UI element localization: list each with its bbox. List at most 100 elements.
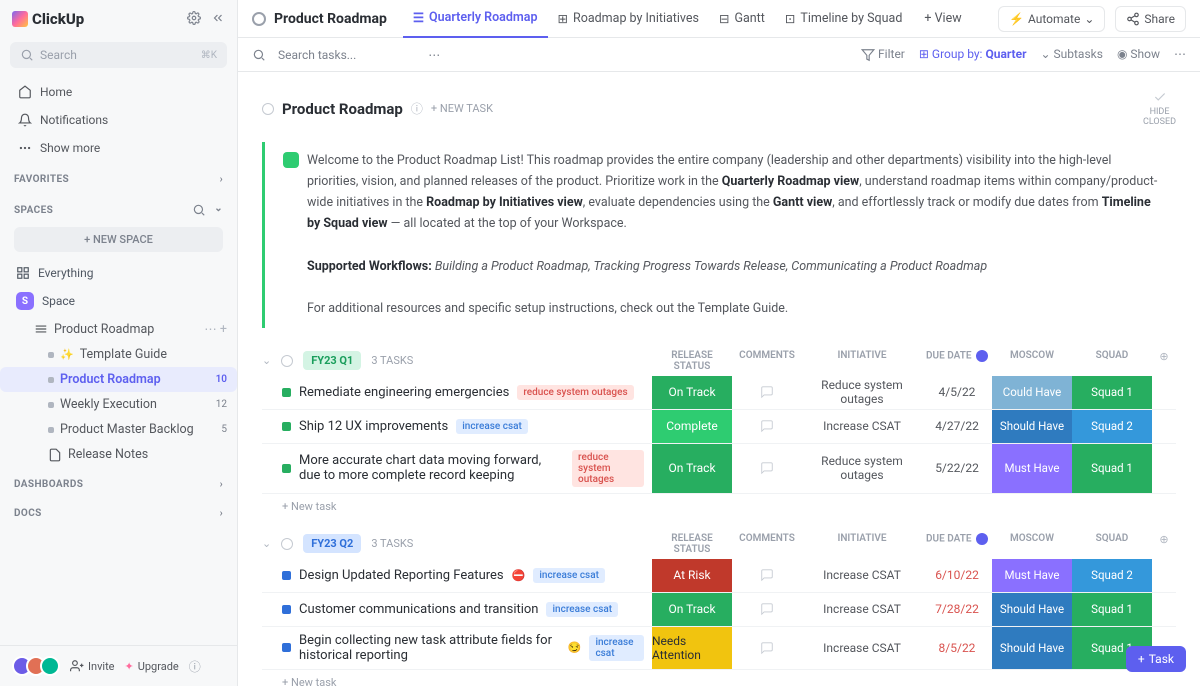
section-spaces[interactable]: SPACES⌄: [0, 191, 237, 223]
squad-cell[interactable]: Squad 1: [1072, 444, 1152, 493]
task-row[interactable]: Ship 12 UX improvements increase csat Co…: [262, 410, 1176, 444]
col-due[interactable]: DUE DATE: [922, 533, 992, 555]
moscow-cell[interactable]: Should Have: [992, 410, 1072, 443]
col-release[interactable]: RELEASE STATUS: [652, 350, 732, 372]
moscow-cell[interactable]: Could Have: [992, 376, 1072, 409]
status-square-icon[interactable]: [282, 643, 291, 652]
tab-timeline-by-squad[interactable]: ⊡Timeline by Squad: [775, 0, 913, 38]
tree-item[interactable]: Product Master Backlog5: [0, 417, 237, 442]
hide-closed-toggle[interactable]: HIDECLOSED: [1143, 90, 1176, 128]
due-date-cell[interactable]: 4/27/22: [922, 410, 992, 443]
status-square-icon[interactable]: [282, 571, 291, 580]
subtasks-button[interactable]: ⌄ Subtasks: [1041, 47, 1103, 61]
due-date-cell[interactable]: 5/22/22: [922, 444, 992, 493]
status-square-icon[interactable]: [282, 422, 291, 431]
task-row[interactable]: Remediate engineering emergencies reduce…: [262, 376, 1176, 410]
tree-item[interactable]: Product Roadmap⋯ +: [0, 316, 237, 342]
collapse-icon[interactable]: ⌄: [262, 354, 271, 367]
tree-item[interactable]: ✨Template Guide: [0, 342, 237, 367]
more-icon[interactable]: ⋯: [428, 48, 440, 62]
nav-notifications[interactable]: Notifications: [8, 106, 229, 134]
initiative-cell[interactable]: Reduce system outages: [802, 444, 922, 493]
col-due[interactable]: DUE DATE: [922, 350, 992, 372]
section-dashboards[interactable]: DASHBOARDS›: [0, 467, 237, 496]
tree-item[interactable]: Weekly Execution12: [0, 392, 237, 417]
task-row[interactable]: More accurate chart data moving forward,…: [262, 444, 1176, 494]
tab-quarterly-roadmap[interactable]: ☰Quarterly Roadmap: [403, 0, 548, 38]
sidebar-search[interactable]: Search ⌘K: [10, 42, 227, 68]
add-column-button[interactable]: ⊕: [1152, 350, 1176, 372]
release-status-cell[interactable]: On Track: [652, 593, 732, 626]
status-circle-icon[interactable]: [281, 355, 293, 367]
release-status-cell[interactable]: On Track: [652, 444, 732, 493]
col-initiative[interactable]: INITIATIVE: [802, 533, 922, 555]
status-circle-icon[interactable]: [252, 12, 266, 26]
due-date-cell[interactable]: 4/5/22: [922, 376, 992, 409]
comments-cell[interactable]: [732, 627, 802, 669]
avatars[interactable]: [12, 656, 60, 676]
comments-cell[interactable]: [732, 376, 802, 409]
col-initiative[interactable]: INITIATIVE: [802, 350, 922, 372]
status-square-icon[interactable]: [282, 388, 291, 397]
status-circle-icon[interactable]: [281, 538, 293, 550]
section-docs[interactable]: DOCS›: [0, 496, 237, 525]
release-status-cell[interactable]: Needs Attention: [652, 627, 732, 669]
status-circle-icon[interactable]: [262, 103, 274, 115]
collapse-icon[interactable]: ⌄: [262, 537, 271, 550]
moscow-cell[interactable]: Must Have: [992, 444, 1072, 493]
new-task-button[interactable]: + NEW TASK: [431, 102, 493, 115]
tab-gantt[interactable]: ⊟Gantt: [709, 0, 775, 38]
squad-cell[interactable]: Squad 2: [1072, 410, 1152, 443]
show-button[interactable]: ◉ Show: [1117, 47, 1160, 61]
section-favorites[interactable]: FAVORITES›: [0, 162, 237, 191]
tree-item[interactable]: Release Notes: [0, 442, 237, 467]
settings-icon[interactable]: [187, 11, 201, 28]
tree-item[interactable]: Product Roadmap10: [0, 367, 237, 392]
add-column-button[interactable]: ⊕: [1152, 533, 1176, 555]
col-moscow[interactable]: MOSCOW: [992, 533, 1072, 555]
col-squad[interactable]: SQUAD: [1072, 350, 1152, 372]
group-chip[interactable]: FY23 Q1: [303, 351, 361, 370]
release-status-cell[interactable]: At Risk: [652, 559, 732, 592]
initiative-cell[interactable]: Increase CSAT: [802, 593, 922, 626]
invite-button[interactable]: Invite: [70, 659, 115, 673]
initiative-cell[interactable]: Increase CSAT: [802, 559, 922, 592]
task-row[interactable]: Begin collecting new task attribute fiel…: [262, 627, 1176, 670]
initiative-cell[interactable]: Increase CSAT: [802, 627, 922, 669]
moscow-cell[interactable]: Must Have: [992, 559, 1072, 592]
col-squad[interactable]: SQUAD: [1072, 533, 1152, 555]
status-square-icon[interactable]: [282, 605, 291, 614]
col-comments[interactable]: COMMENTS: [732, 533, 802, 555]
task-tag[interactable]: increase csat: [456, 419, 528, 434]
task-search-placeholder[interactable]: Search tasks...: [278, 48, 356, 62]
group-by-button[interactable]: ⊞ Group by: Quarter: [919, 47, 1027, 61]
task-row[interactable]: Design Updated Reporting Features ⛔ incr…: [262, 559, 1176, 593]
search-icon[interactable]: [252, 48, 266, 62]
initiative-cell[interactable]: Increase CSAT: [802, 410, 922, 443]
nav-home[interactable]: Home: [8, 78, 229, 106]
moscow-cell[interactable]: Should Have: [992, 593, 1072, 626]
squad-cell[interactable]: Squad 2: [1072, 559, 1152, 592]
task-tag[interactable]: reduce system outages: [517, 385, 633, 400]
tab-roadmap-by-initiatives[interactable]: ⊞Roadmap by Initiatives: [548, 0, 709, 38]
add-task-button[interactable]: + New task: [262, 670, 1176, 686]
everything-item[interactable]: Everything: [0, 260, 237, 286]
comments-cell[interactable]: [732, 410, 802, 443]
new-task-float-button[interactable]: + Task: [1126, 646, 1186, 672]
comments-cell[interactable]: [732, 444, 802, 493]
help-icon[interactable]: ⓘ: [189, 658, 201, 675]
task-tag[interactable]: increase csat: [546, 602, 618, 617]
release-status-cell[interactable]: Complete: [652, 410, 732, 443]
task-tag[interactable]: increase csat: [533, 568, 605, 583]
nav-show-more[interactable]: Show more: [8, 134, 229, 162]
col-release[interactable]: RELEASE STATUS: [652, 533, 732, 555]
chevron-down-icon[interactable]: ⌄: [214, 203, 223, 217]
status-square-icon[interactable]: [282, 464, 291, 473]
due-date-cell[interactable]: 7/28/22: [922, 593, 992, 626]
col-comments[interactable]: COMMENTS: [732, 350, 802, 372]
comments-cell[interactable]: [732, 593, 802, 626]
share-button[interactable]: Share: [1115, 6, 1186, 32]
task-tag[interactable]: increase csat: [589, 635, 644, 661]
due-date-cell[interactable]: 8/5/22: [922, 627, 992, 669]
space-item[interactable]: SSpace: [0, 286, 237, 316]
